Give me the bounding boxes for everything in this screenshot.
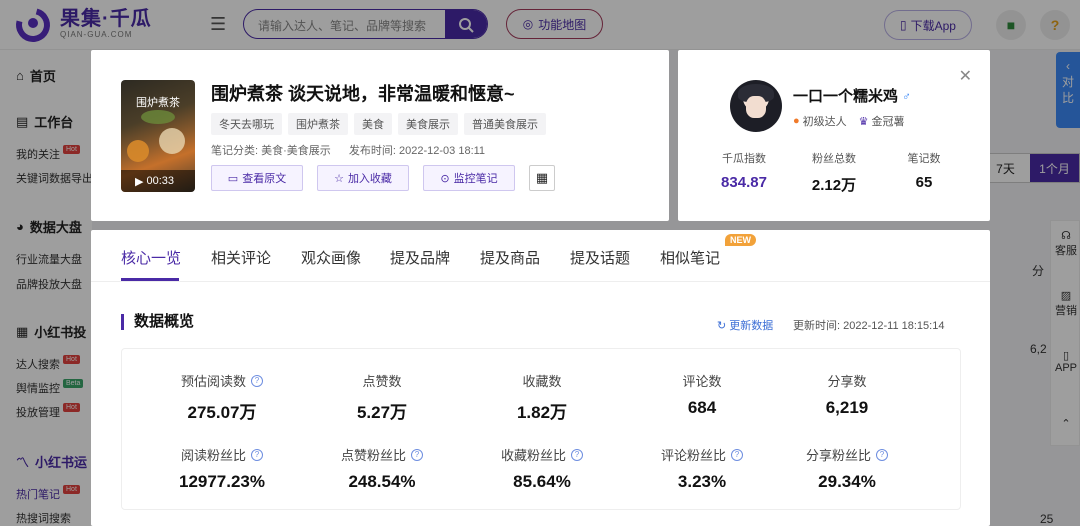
note-title: 围炉煮茶 谈天说地，非常温暖和惬意~ xyxy=(211,84,515,104)
stat-collect-fan-ratio: 收藏粉丝比? 85.64% xyxy=(472,445,612,492)
avatar[interactable] xyxy=(730,80,782,132)
stat-est-reads: 预估阅读数? 275.07万 xyxy=(152,371,292,423)
note-tag[interactable]: 美食展示 xyxy=(398,113,458,135)
author-stat-notes: 笔记数 65 xyxy=(907,153,941,191)
note-card: 围炉煮茶 ▶ 00:33 围炉煮茶 谈天说地，非常温暖和惬意~ 冬天去哪玩 围炉煮… xyxy=(91,50,669,221)
help-icon[interactable]: ? xyxy=(251,374,263,387)
author-stat-index: 千瓜指数 834.87 xyxy=(721,153,767,191)
author-name[interactable]: 一口一个糯米鸡 ♂ xyxy=(793,85,911,106)
add-favorite-button[interactable]: ☆ 加入收藏 xyxy=(317,165,409,191)
stat-read-fan-ratio: 阅读粉丝比? 12977.23% xyxy=(178,448,266,491)
star-icon: ☆ xyxy=(334,172,344,185)
refresh-button[interactable]: ↻ 更新数据 xyxy=(717,317,773,333)
stat-share-fan-ratio: 分享粉丝比? 29.34% xyxy=(777,445,917,492)
author-badge: ♛ 金冠薯 xyxy=(858,115,905,129)
note-meta: 笔记分类: 美食·美食展示 发布时间: 2022-12-03 18:11 xyxy=(211,142,485,158)
note-actions: ▭ 查看原文 ☆ 加入收藏 ⊙ 监控笔记 ▦ xyxy=(211,165,555,191)
new-badge: NEW xyxy=(725,234,756,246)
active-tab-indicator xyxy=(121,278,179,281)
user-icon: ● xyxy=(793,115,800,127)
location-icon: ⊙ xyxy=(440,172,450,185)
note-tag[interactable]: 普通美食展示 xyxy=(464,113,546,135)
monitor-note-button[interactable]: ⊙ 监控笔记 xyxy=(423,165,515,191)
crown-icon: ♛ xyxy=(858,115,869,128)
note-tags: 冬天去哪玩 围炉煮茶 美食 美食展示 普通美食展示 xyxy=(211,113,546,135)
tab-topics[interactable]: 提及话题 xyxy=(570,247,630,268)
stat-comments: 评论数 684 xyxy=(682,374,722,417)
help-icon[interactable]: ? xyxy=(876,448,888,461)
play-icon: ▶ xyxy=(135,175,144,188)
note-publish-time: 发布时间: 2022-12-03 18:11 xyxy=(348,145,486,157)
tab-comments[interactable]: 相关评论 xyxy=(211,247,271,268)
note-tag[interactable]: 美食 xyxy=(354,113,392,135)
note-category: 笔记分类: 美食·美食展示 xyxy=(211,145,331,157)
help-icon[interactable]: ? xyxy=(731,448,743,461)
tab-products[interactable]: 提及商品 xyxy=(480,247,540,268)
detail-panel: 核心一览 相关评论 观众画像 提及品牌 提及商品 提及话题 相似笔记 NEW 数… xyxy=(91,230,990,526)
author-stats: 千瓜指数 834.87 粉丝总数 2.12万 笔记数 65 xyxy=(704,150,964,195)
help-icon[interactable]: ? xyxy=(411,448,423,461)
note-tag[interactable]: 围炉煮茶 xyxy=(288,113,348,135)
tab-bar: 核心一览 相关评论 观众画像 提及品牌 提及商品 提及话题 相似笔记 NEW xyxy=(91,230,990,282)
author-badges: ● 初级达人 ♛ 金冠薯 xyxy=(793,113,905,129)
refresh-icon: ↻ xyxy=(717,319,727,332)
author-level: ● 初级达人 xyxy=(793,115,847,128)
note-tag[interactable]: 冬天去哪玩 xyxy=(211,113,282,135)
note-thumbnail[interactable]: 围炉煮茶 ▶ 00:33 xyxy=(121,80,195,192)
book-icon: ▭ xyxy=(227,172,239,185)
stat-shares: 分享数 6,219 xyxy=(825,374,869,417)
close-icon[interactable]: ✕ xyxy=(959,66,972,86)
tab-brands[interactable]: 提及品牌 xyxy=(390,247,450,268)
author-card: 一口一个糯米鸡 ♂ ● 初级达人 ♛ 金冠薯 ✕ 千瓜指数 834.87 粉丝总数 2.… xyxy=(678,50,990,221)
thumbnail-caption: 围炉煮茶 xyxy=(136,96,180,109)
video-duration: ▶ 00:33 xyxy=(121,170,195,192)
male-icon: ♂ xyxy=(902,88,912,103)
stat-comment-fan-ratio: 评论粉丝比? 3.23% xyxy=(632,445,772,492)
stat-like-fan-ratio: 点赞粉丝比? 248.54% xyxy=(312,445,452,492)
view-original-button[interactable]: ▭ 查看原文 xyxy=(211,165,303,191)
tab-overview[interactable]: 核心一览 xyxy=(121,247,181,268)
help-icon[interactable]: ? xyxy=(251,448,263,461)
tab-audience[interactable]: 观众画像 xyxy=(301,247,361,268)
stat-collects: 收藏数 1.82万 xyxy=(516,374,568,422)
section-title: 数据概览 xyxy=(121,314,194,330)
help-icon[interactable]: ? xyxy=(571,448,583,461)
stats-overview: 预估阅读数? 275.07万 点赞数 5.27万 收藏数 1.82万 评论数 6… xyxy=(121,348,961,510)
updated-time: 更新时间: 2022-12-11 18:15:14 xyxy=(793,320,945,332)
tab-similar-notes[interactable]: 相似笔记 xyxy=(660,247,720,268)
stat-likes: 点赞数 5.27万 xyxy=(356,374,408,422)
author-stat-fans: 粉丝总数 2.12万 xyxy=(811,153,857,194)
qr-code-icon[interactable]: ▦ xyxy=(529,165,555,191)
